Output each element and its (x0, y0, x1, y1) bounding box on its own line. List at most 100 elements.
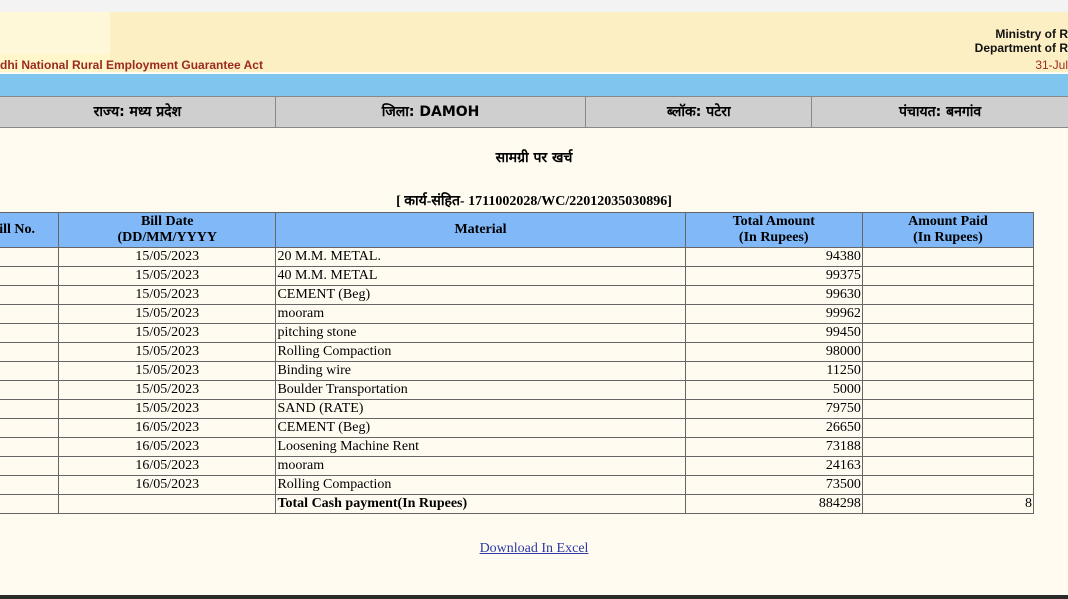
total-amount: 884298 (684, 494, 863, 514)
act-title: dhi National Rural Employment Guarantee … (0, 58, 263, 72)
bill-date-cell: 15/05/2023 (57, 380, 277, 400)
table-row: 15/05/2023 Boulder Transportation 5000 (0, 380, 1035, 400)
table-row: 15/05/2023 40 M.M. METAL 99375 (0, 266, 1035, 286)
table-row: 16/05/2023 mooram 24163 (0, 456, 1035, 476)
table-row: 15/05/2023 Rolling Compaction 98000 (0, 342, 1035, 362)
paid-cell (861, 304, 1035, 324)
material-cell: SAND (RATE) (275, 399, 686, 419)
bill-date-cell: 16/05/2023 (57, 456, 277, 476)
paid-cell (861, 380, 1035, 400)
material-cell: CEMENT (Beg) (275, 285, 686, 305)
amount-cell: 99630 (684, 285, 863, 305)
paid-cell (861, 475, 1035, 495)
material-expense-table: Bill No. Bill Date(DD/MM/YYYY Material T… (0, 212, 1035, 514)
bill-date-cell: 15/05/2023 (57, 266, 277, 286)
table-row: 15/05/2023 Binding wire 11250 (0, 361, 1035, 381)
bill-no-cell (0, 399, 59, 419)
bill-date-cell: 16/05/2023 (57, 418, 277, 438)
bill-date-cell: 15/05/2023 (57, 323, 277, 343)
material-cell: Rolling Compaction (275, 342, 686, 362)
department-label: Department of R (974, 41, 1068, 55)
table-row: 16/05/2023 CEMENT (Beg) 26650 (0, 418, 1035, 438)
bill-no-cell (0, 456, 59, 476)
material-cell: CEMENT (Beg) (275, 418, 686, 438)
paid-cell (861, 323, 1035, 343)
material-cell: mooram (275, 304, 686, 324)
bill-no-cell (0, 304, 59, 324)
paid-cell (861, 399, 1035, 419)
bill-no-cell (0, 285, 59, 305)
bill-no-cell (0, 475, 59, 495)
amount-cell: 79750 (684, 399, 863, 419)
bill-date-cell: 16/05/2023 (57, 437, 277, 457)
amount-cell: 5000 (684, 380, 863, 400)
bill-date-cell: 16/05/2023 (57, 475, 277, 495)
amount-cell: 24163 (684, 456, 863, 476)
ministry-label: Ministry of R (995, 27, 1068, 41)
bill-no-cell (0, 247, 59, 267)
bill-no-cell (0, 380, 59, 400)
total-empty-cell (57, 494, 277, 514)
download-excel-link[interactable]: Download In Excel (480, 541, 589, 556)
header-bill-no: Bill No. (0, 212, 59, 248)
table-row: 15/05/2023 20 M.M. METAL. 94380 (0, 247, 1035, 267)
table-row: 16/05/2023 Rolling Compaction 73500 (0, 475, 1035, 495)
total-empty-cell (0, 494, 59, 514)
bill-no-cell (0, 361, 59, 381)
bill-no-cell (0, 266, 59, 286)
material-cell: 20 M.M. METAL. (275, 247, 686, 267)
bill-date-cell: 15/05/2023 (57, 361, 277, 381)
paid-cell (861, 361, 1035, 381)
paid-cell (861, 418, 1035, 438)
material-cell: Binding wire (275, 361, 686, 381)
table-row: 15/05/2023 pitching stone 99450 (0, 323, 1035, 343)
paid-cell (861, 342, 1035, 362)
bill-date-cell: 15/05/2023 (57, 399, 277, 419)
table-row: 16/05/2023 Loosening Machine Rent 73188 (0, 437, 1035, 457)
panchayat-cell: पंचायत: बनगांव (899, 104, 982, 120)
table-row: 15/05/2023 SAND (RATE) 79750 (0, 399, 1035, 419)
material-cell: mooram (275, 456, 686, 476)
total-paid: 8 (861, 494, 1035, 514)
header-total-amount: Total Amount (In Rupees) (684, 212, 863, 248)
header-amount-paid: Amount Paid (In Rupees) (861, 212, 1035, 248)
paid-cell (861, 247, 1035, 267)
bill-no-cell (0, 342, 59, 362)
header-divider-bar (0, 74, 1068, 96)
header-logo-area (0, 12, 110, 54)
amount-cell: 98000 (684, 342, 863, 362)
bill-no-cell (0, 323, 59, 343)
page-title: सामग्री पर खर्च (495, 150, 573, 166)
paid-cell (861, 266, 1035, 286)
amount-cell: 26650 (684, 418, 863, 438)
amount-cell: 11250 (684, 361, 863, 381)
site-header: dhi National Rural Employment Guarantee … (0, 12, 1068, 72)
block-cell: ब्लॉक: पटेरा (586, 97, 813, 127)
amount-cell: 73500 (684, 475, 863, 495)
header-material: Material (275, 212, 686, 248)
bill-date-cell: 15/05/2023 (57, 304, 277, 324)
work-code: [ कार्य-संहित- 1711002028/WC/22012035030… (396, 194, 672, 209)
paid-cell (861, 437, 1035, 457)
table-row: 15/05/2023 CEMENT (Beg) 99630 (0, 285, 1035, 305)
header-bill-date: Bill Date (DD/MM/YYYY (57, 212, 277, 248)
material-cell: Boulder Transportation (275, 380, 686, 400)
paid-cell (861, 285, 1035, 305)
table-row: 15/05/2023 mooram 99962 (0, 304, 1035, 324)
download-container: Download In Excel (0, 541, 1068, 557)
state-cell: राज्य: मध्य प्रदेश (0, 97, 276, 127)
material-cell: pitching stone (275, 323, 686, 343)
amount-cell: 94380 (684, 247, 863, 267)
bottom-edge (0, 595, 1068, 599)
district-cell: जिला: DAMOH (276, 97, 587, 127)
material-cell: Rolling Compaction (275, 475, 686, 495)
table-header-row: Bill No. Bill Date(DD/MM/YYYY Material T… (0, 212, 1035, 248)
amount-cell: 99962 (684, 304, 863, 324)
material-cell: Loosening Machine Rent (275, 437, 686, 457)
report-date: 31-Jul (1035, 58, 1068, 72)
bill-date-cell: 15/05/2023 (57, 247, 277, 267)
total-row: Total Cash payment(In Rupees) 884298 8 (0, 494, 1035, 514)
total-label: Total Cash payment(In Rupees) (275, 494, 686, 514)
bill-date-cell: 15/05/2023 (57, 342, 277, 362)
bill-no-cell (0, 437, 59, 457)
